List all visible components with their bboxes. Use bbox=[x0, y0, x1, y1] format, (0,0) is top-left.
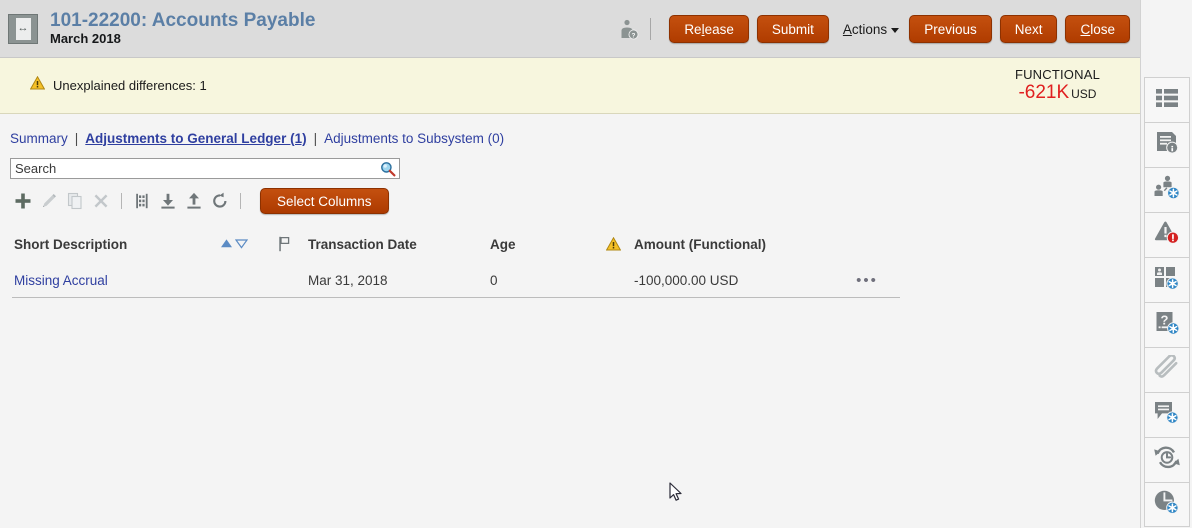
rail-item-help[interactable]: ? bbox=[1144, 302, 1190, 347]
adjustments-table: Short Description Transaction Date bbox=[0, 226, 900, 298]
flag-icon[interactable] bbox=[278, 236, 308, 252]
chevron-down-icon bbox=[891, 28, 899, 33]
refresh-icon[interactable] bbox=[207, 189, 233, 213]
row-more-actions-button[interactable]: ••• bbox=[834, 273, 900, 288]
panel-collapse-glyph: ↔ bbox=[16, 18, 31, 40]
rail-item-assignments[interactable] bbox=[1144, 167, 1190, 212]
list-icon bbox=[1154, 86, 1180, 115]
functional-currency: USD bbox=[1071, 87, 1096, 101]
rail-item-list[interactable] bbox=[1144, 77, 1190, 122]
release-button[interactable]: Release bbox=[669, 15, 749, 43]
upload-icon[interactable] bbox=[181, 189, 207, 213]
close-button[interactable]: Close bbox=[1065, 15, 1130, 43]
page-subtitle: March 2018 bbox=[50, 31, 315, 47]
tab-summary[interactable]: Summary bbox=[10, 131, 68, 146]
cell-amount-functional: -100,000.00 USD bbox=[634, 273, 834, 288]
next-button[interactable]: Next bbox=[1000, 15, 1058, 43]
column-warning-triangle-icon bbox=[606, 237, 634, 251]
search-box bbox=[10, 158, 400, 179]
time-clock-icon bbox=[1153, 489, 1180, 520]
delete-icon bbox=[88, 189, 114, 213]
sort-arrows-icon[interactable] bbox=[220, 238, 278, 250]
assignments-icon bbox=[1153, 175, 1181, 206]
tab-bar: Summary | Adjustments to General Ledger … bbox=[0, 123, 1140, 153]
header-divider bbox=[650, 18, 651, 40]
warning-message-group: Unexplained differences: 1 bbox=[30, 76, 207, 95]
svg-text:?: ? bbox=[632, 32, 636, 39]
rail-item-workspace-tiles[interactable] bbox=[1144, 257, 1190, 302]
alert-icon bbox=[1153, 220, 1180, 250]
page-title: 101-22200: Accounts Payable bbox=[50, 10, 315, 31]
select-columns-button[interactable]: Select Columns bbox=[260, 188, 389, 214]
cell-transaction-date: Mar 31, 2018 bbox=[308, 273, 490, 288]
attachment-paperclip-icon bbox=[1153, 355, 1180, 386]
table-header-row: Short Description Transaction Date bbox=[0, 226, 900, 262]
search-icon[interactable] bbox=[380, 161, 396, 177]
rail-item-alert[interactable] bbox=[1144, 212, 1190, 257]
toolbar-divider-2 bbox=[240, 193, 241, 209]
warning-message: Unexplained differences: 1 bbox=[53, 78, 207, 93]
column-header-amount-functional[interactable]: Amount (Functional) bbox=[634, 237, 834, 252]
functional-amount: -621K bbox=[1018, 82, 1069, 103]
workspace-tiles-icon bbox=[1153, 265, 1180, 296]
toolbar-divider-1 bbox=[121, 193, 122, 209]
action-toolbar: Select Columns bbox=[0, 186, 1140, 216]
tab-adjustments-subsystem[interactable]: Adjustments to Subsystem (0) bbox=[324, 131, 504, 146]
header-actions: ? Release Submit Actions Previous Next C… bbox=[618, 0, 1130, 58]
table-row[interactable]: Missing Accrual Mar 31, 2018 0 -100,000.… bbox=[0, 262, 900, 298]
right-icon-rail: ? bbox=[1140, 0, 1192, 528]
download-icon[interactable] bbox=[155, 189, 181, 213]
actions-menu-label: Actions bbox=[843, 22, 887, 37]
main-panel: ↔ 101-22200: Accounts Payable March 2018… bbox=[0, 0, 1140, 528]
cell-short-description[interactable]: Missing Accrual bbox=[0, 273, 220, 288]
split-columns-icon[interactable] bbox=[129, 189, 155, 213]
cell-age: 0 bbox=[490, 273, 606, 288]
tab-separator-1: | bbox=[75, 131, 79, 146]
rail-item-history[interactable] bbox=[1144, 437, 1190, 482]
copy-icon bbox=[62, 189, 88, 213]
column-header-short-description[interactable]: Short Description bbox=[0, 237, 220, 252]
ellipsis-icon: ••• bbox=[856, 273, 878, 288]
functional-total: FUNCTIONAL -621KUSD bbox=[1015, 68, 1100, 104]
submit-button[interactable]: Submit bbox=[757, 15, 829, 43]
tab-separator-2: | bbox=[314, 131, 318, 146]
person-help-icon[interactable]: ? bbox=[618, 17, 640, 41]
search-row bbox=[0, 158, 1140, 179]
application-window: ↔ 101-22200: Accounts Payable March 2018… bbox=[0, 0, 1192, 528]
comments-icon bbox=[1153, 400, 1180, 430]
panel-collapse-icon[interactable]: ↔ bbox=[8, 14, 38, 44]
help-question-icon: ? bbox=[1154, 310, 1180, 341]
column-header-age[interactable]: Age bbox=[490, 237, 606, 252]
history-refresh-icon bbox=[1153, 445, 1181, 475]
title-block: 101-22200: Accounts Payable March 2018 bbox=[50, 10, 315, 47]
rail-item-time[interactable] bbox=[1144, 482, 1190, 527]
page-header: ↔ 101-22200: Accounts Payable March 2018… bbox=[0, 0, 1140, 58]
previous-button[interactable]: Previous bbox=[909, 15, 992, 43]
search-input[interactable] bbox=[11, 159, 399, 178]
add-icon[interactable] bbox=[10, 189, 36, 213]
functional-label: FUNCTIONAL bbox=[1015, 68, 1100, 82]
warning-bar: Unexplained differences: 1 FUNCTIONAL -6… bbox=[0, 58, 1140, 114]
actions-menu[interactable]: Actions bbox=[843, 22, 899, 37]
document-info-icon bbox=[1154, 130, 1180, 161]
rail-item-document-info[interactable] bbox=[1144, 122, 1190, 167]
rail-item-comments[interactable] bbox=[1144, 392, 1190, 437]
column-header-transaction-date[interactable]: Transaction Date bbox=[308, 237, 490, 252]
tab-adjustments-general-ledger[interactable]: Adjustments to General Ledger (1) bbox=[85, 131, 306, 146]
svg-text:?: ? bbox=[1160, 312, 1168, 327]
warning-triangle-icon bbox=[30, 76, 45, 95]
edit-icon bbox=[36, 189, 62, 213]
rail-item-attachments[interactable] bbox=[1144, 347, 1190, 392]
functional-value: -621KUSD bbox=[1015, 83, 1100, 103]
